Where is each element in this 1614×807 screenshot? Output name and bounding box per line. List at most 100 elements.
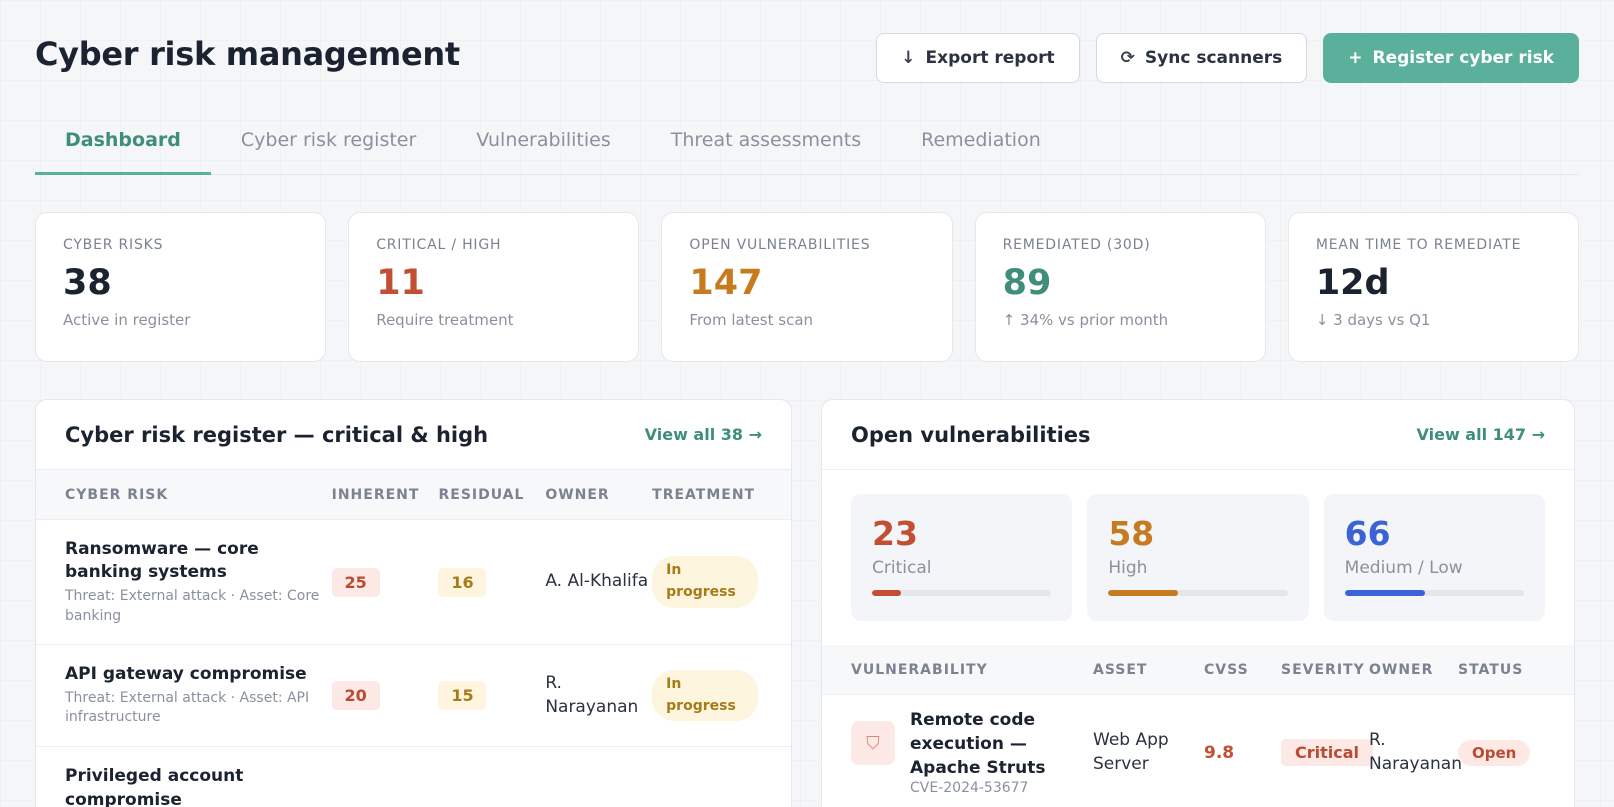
- severity-bar-fill: [1344, 589, 1426, 596]
- severity-label: High: [1108, 557, 1148, 578]
- tab-bar: Dashboard Cyber risk register Vulnerabil…: [35, 107, 1579, 175]
- severity-bar-fill: [872, 589, 901, 596]
- panels: Cyber risk register — critical & high Vi…: [35, 399, 1579, 807]
- stat-sub: Require treatment: [376, 311, 514, 330]
- severity-bar-fill: [1108, 589, 1179, 596]
- panel-title: Cyber risk register — critical & high: [65, 422, 489, 447]
- table-header: Cyber risk Inherent Residual Owner Treat…: [36, 470, 791, 520]
- treatment-badge: In progress: [652, 669, 759, 722]
- risk-name[interactable]: API gateway compromise: [65, 663, 332, 687]
- page-title: Cyber risk management: [35, 35, 460, 73]
- tab-threat-assessments[interactable]: Threat assessments: [641, 107, 891, 173]
- stat-value: 12d: [1315, 263, 1390, 303]
- risk-cell: Ransomware — core banking systems Threat…: [65, 538, 332, 627]
- severity-bar: [1108, 589, 1288, 596]
- inherent-score: 20: [331, 681, 380, 710]
- cvss-cell: 9.8: [1204, 743, 1281, 763]
- severity-label: Critical: [872, 557, 932, 578]
- column-header[interactable]: Owner: [545, 487, 652, 503]
- column-header[interactable]: Inherent: [332, 487, 439, 503]
- column-header[interactable]: Residual: [438, 487, 545, 503]
- status-cell: Open: [1458, 739, 1531, 766]
- stat-card-critical-high: Critical / High 11 Require treatment: [348, 212, 640, 362]
- export-report-label: Export report: [925, 48, 1055, 68]
- view-all-risks-link[interactable]: View all 38 →: [645, 425, 762, 444]
- stat-value: 89: [1002, 263, 1052, 303]
- sync-scanners-label: Sync scanners: [1144, 48, 1283, 68]
- severity-card-high[interactable]: 58 High: [1087, 494, 1309, 621]
- table-row[interactable]: ⛉ Remote code execution — Apache Struts …: [822, 695, 1574, 807]
- residual-score: 15: [438, 681, 487, 710]
- refresh-icon: ⟳: [1120, 48, 1135, 68]
- column-header[interactable]: Cyber risk: [65, 487, 332, 503]
- panel-header: Cyber risk register — critical & high Vi…: [36, 400, 791, 470]
- panel-header: Open vulnerabilities View all 147 →: [822, 400, 1574, 470]
- severity-label: Medium / Low: [1344, 557, 1463, 578]
- asset: Web App Server: [1093, 729, 1169, 774]
- stat-card-mttr: Mean time to remediate 12d ↓ 3 days vs Q…: [1287, 212, 1580, 362]
- column-header[interactable]: CVSS: [1204, 662, 1281, 678]
- owner: R. Narayanan: [545, 672, 639, 717]
- severity-card-critical[interactable]: 23 Critical: [851, 494, 1073, 621]
- header-actions: ↓ Export report ⟳ Sync scanners + Regist…: [876, 33, 1579, 83]
- column-header[interactable]: Vulnerability: [851, 662, 1093, 678]
- cvss-score: 9.8: [1204, 742, 1235, 763]
- risk-desc: Threat: External attack · Asset: Core ba…: [65, 588, 320, 624]
- stat-card-cyber-risks: Cyber risks 38 Active in register: [35, 212, 327, 362]
- plus-icon: +: [1348, 48, 1363, 68]
- tab-dashboard[interactable]: Dashboard: [35, 107, 211, 175]
- export-report-button[interactable]: ↓ Export report: [876, 33, 1080, 83]
- owner: A. Al-Khalifa: [545, 571, 649, 592]
- page: Cyber risk management ↓ Export report ⟳ …: [0, 0, 1614, 807]
- stat-label: Cyber risks: [63, 237, 164, 253]
- register-cyber-risk-button[interactable]: + Register cyber risk: [1323, 33, 1579, 83]
- register-cyber-risk-label: Register cyber risk: [1372, 48, 1555, 68]
- stat-card-remediated: Remediated (30d) 89 ↑ 34% vs prior month: [974, 212, 1266, 362]
- risk-name[interactable]: Privileged account compromise: [65, 765, 332, 807]
- severity-bar: [872, 589, 1052, 596]
- vulnerability-name[interactable]: Remote code execution — Apache Struts: [910, 709, 1093, 780]
- column-header[interactable]: Status: [1458, 662, 1528, 678]
- stat-label: Mean time to remediate: [1315, 237, 1522, 253]
- table-row[interactable]: Privileged account compromise: [36, 747, 791, 807]
- column-header[interactable]: Owner: [1369, 662, 1458, 678]
- risk-name[interactable]: Ransomware — core banking systems: [65, 538, 332, 586]
- stat-sub: Active in register: [63, 311, 191, 330]
- stat-sub: ↑ 34% vs prior month: [1002, 311, 1169, 330]
- table-row[interactable]: Ransomware — core banking systems Threat…: [36, 520, 791, 645]
- severity-card-medium-low[interactable]: 66 Medium / Low: [1323, 494, 1545, 621]
- risk-desc: Threat: External attack · Asset: API inf…: [65, 689, 310, 726]
- tab-vulnerabilities[interactable]: Vulnerabilities: [446, 107, 640, 173]
- treatment-badge: In progress: [652, 556, 759, 608]
- column-header[interactable]: Asset: [1093, 662, 1204, 678]
- status-badge: Open: [1458, 739, 1531, 766]
- table-row[interactable]: API gateway compromise Threat: External …: [36, 645, 791, 747]
- shield-icon: ⛉: [851, 721, 895, 765]
- stat-sub: ↓ 3 days vs Q1: [1315, 311, 1431, 330]
- severity-cards: 23 Critical 58 High 66 Medium / Low: [822, 470, 1574, 645]
- risk-cell: API gateway compromise Threat: External …: [65, 663, 332, 728]
- stat-value: 11: [376, 263, 425, 303]
- download-arrow-icon: ↓: [901, 48, 916, 68]
- inherent-cell: 25: [331, 567, 439, 597]
- stat-label: Remediated (30d): [1002, 237, 1151, 253]
- stat-label: Open vulnerabilities: [689, 237, 871, 253]
- residual-score: 16: [438, 567, 487, 597]
- severity-cell: Critical: [1281, 739, 1374, 767]
- tab-remediation[interactable]: Remediation: [891, 107, 1071, 173]
- page-header: Cyber risk management ↓ Export report ⟳ …: [35, 0, 1579, 83]
- inherent-score: 25: [331, 567, 380, 597]
- vulnerability-cell: ⛉ Remote code execution — Apache Struts …: [851, 709, 1093, 796]
- sync-scanners-button[interactable]: ⟳ Sync scanners: [1095, 33, 1308, 83]
- cve-id: CVE-2024-53677: [910, 780, 1029, 797]
- column-header[interactable]: Treatment: [652, 487, 762, 503]
- stat-label: Critical / High: [376, 237, 502, 253]
- stat-sub: From latest scan: [689, 311, 814, 330]
- inherent-cell: 20: [331, 681, 439, 710]
- view-all-vulnerabilities-link[interactable]: View all 147 →: [1417, 425, 1546, 444]
- owner: R. Narayanan: [1369, 729, 1462, 774]
- column-header[interactable]: Severity: [1281, 662, 1369, 678]
- open-vulnerabilities-panel: Open vulnerabilities View all 147 → 23 C…: [821, 399, 1575, 807]
- stat-value: 38: [63, 263, 112, 303]
- tab-cyber-risk-register[interactable]: Cyber risk register: [211, 107, 446, 173]
